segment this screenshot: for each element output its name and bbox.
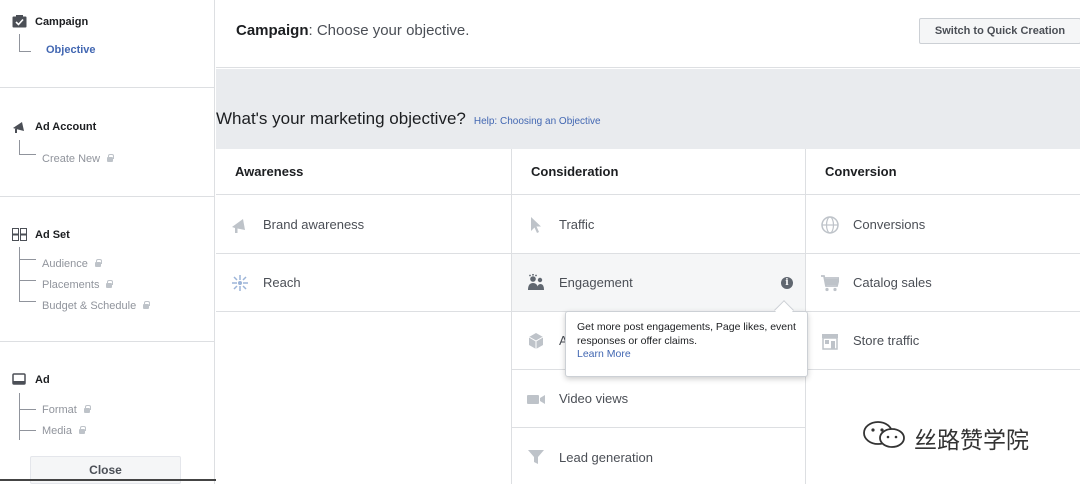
objective-video-views[interactable]: Video views [512,370,805,428]
lock-icon [83,405,91,413]
sidebar-item-audience[interactable]: Audience [42,258,102,270]
sidebar-divider [0,87,215,88]
tree-tick [19,280,36,281]
tree-line [19,247,20,301]
sidebar-section-ad-account[interactable]: Ad Account [12,120,96,133]
tree-tick [19,154,36,155]
objective-catalog-sales[interactable]: Catalog sales [806,254,1080,312]
sidebar-item-label: Placements [42,279,100,291]
objective-conversions[interactable]: Conversions [806,196,1080,254]
sidebar-divider [0,341,215,342]
sidebar-item-label: Create New [42,153,101,165]
objective-label: Traffic [559,217,595,232]
wechat-icon [862,420,908,455]
sidebar-section-ad-set[interactable]: Ad Set [12,228,70,241]
objective-label: Engagement [559,275,633,290]
header-bar: Campaign: Choose your objective. Switch … [216,0,1080,68]
objective-label: Video views [559,391,629,406]
objective-label: Brand awareness [263,217,365,232]
box-icon [527,332,545,350]
reach-icon [231,274,249,292]
page-title-bold: Campaign [236,22,309,39]
sidebar-item-objective[interactable]: Objective [46,44,96,56]
column-header-awareness: Awareness [216,149,511,195]
video-camera-icon [527,390,545,408]
question-text: What's your marketing objective? [216,109,466,128]
sidebar-item-format[interactable]: Format [42,404,91,416]
lock-icon [94,259,102,267]
sidebar-ad-title: Ad [35,373,50,386]
sidebar-section-campaign[interactable]: Campaign [12,15,88,28]
objective-label: Store traffic [853,333,920,348]
sidebar-item-placements[interactable]: Placements [42,279,114,291]
funnel-icon [527,448,545,466]
objective-label: Catalog sales [853,275,932,290]
tree-line [19,34,20,51]
column-header-consideration: Consideration [512,149,805,195]
info-icon[interactable]: i [781,277,793,289]
tree-tick [19,51,31,52]
objective-engagement[interactable]: Engagement i [512,254,805,312]
objective-label: Lead generation [559,449,653,465]
objective-traffic[interactable]: Traffic [512,196,805,254]
lock-icon [106,154,115,162]
engagement-tooltip: Get more post engagements, Page likes, e… [565,311,808,377]
sidebar-item-media[interactable]: Media [42,425,86,437]
tree-tick [19,409,36,410]
cart-icon [821,274,841,292]
sidebar-section-ad[interactable]: Ad [12,373,50,386]
objective-lead-generation[interactable]: Lead generation [512,428,805,484]
column-awareness: Awareness Brand awareness Reach [216,149,511,484]
lock-icon [142,301,151,309]
megaphone-icon [231,216,249,234]
tooltip-text: Get more post engagements, Page likes, e… [577,321,796,347]
switch-quick-creation-button[interactable]: Switch to Quick Creation [919,18,1080,44]
tree-line [19,393,20,440]
objective-question: What's your marketing objective? Help: Ch… [216,109,601,129]
people-icon [527,273,545,292]
campaign-check-icon [12,15,27,28]
globe-icon [821,215,839,234]
sidebar-divider [0,196,215,197]
objective-reach[interactable]: Reach [216,254,511,312]
tree-tick [19,259,36,260]
lock-icon [78,426,86,434]
objective-store-traffic[interactable]: Store traffic [806,312,1080,370]
sidebar-item-label: Media [42,425,72,437]
objective-label: Reach [263,275,301,290]
objective-brand-awareness[interactable]: Brand awareness [216,196,511,254]
sidebar-ad-set-title: Ad Set [35,228,70,241]
megaphone-icon [12,120,27,133]
help-link[interactable]: Help: Choosing an Objective [474,116,601,127]
sidebar-item-budget-schedule[interactable]: Budget & Schedule [42,300,151,312]
sidebar-item-label: Format [42,404,77,416]
grid-icon [12,228,27,241]
sidebar: Campaign Objective Ad Account Create New… [0,0,215,484]
sidebar-campaign-title: Campaign [35,15,89,28]
lock-icon [105,280,114,288]
page-title: Campaign: Choose your objective. [236,22,469,39]
sidebar-item-label: Audience [42,258,88,270]
tree-tick [19,430,36,431]
watermark: 丝路赞学院 [862,420,1029,455]
column-header-conversion: Conversion [806,149,1080,195]
objective-label: Conversions [853,217,926,232]
tree-tick [19,301,36,302]
sidebar-ad-account-title: Ad Account [35,120,97,133]
page-title-rest: : Choose your objective. [308,22,470,39]
sidebar-item-create-new[interactable]: Create New [42,153,115,165]
watermark-text: 丝路赞学院 [914,427,1029,454]
learn-more-link[interactable]: Learn More [577,348,796,362]
cursor-icon [527,216,545,234]
tree-line [19,140,20,154]
sidebar-item-label: Budget & Schedule [42,300,137,312]
ad-screen-icon [12,373,27,386]
store-icon [821,332,839,350]
